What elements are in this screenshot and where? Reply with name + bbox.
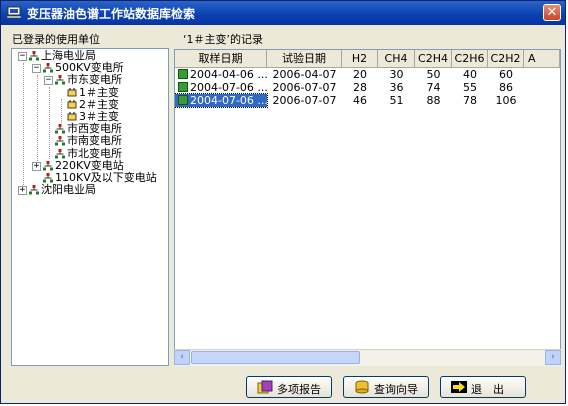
org-unit-icon	[29, 185, 39, 195]
tree-node-label: 2＃主变	[79, 97, 119, 111]
cell-c2h2: 86	[499, 81, 513, 94]
close-button[interactable]: ✕	[543, 4, 561, 21]
col-c2h4[interactable]: C2H4	[415, 50, 452, 67]
tree-node[interactable]: 市北变电所	[11, 146, 167, 160]
cell-c2h2: 106	[495, 94, 517, 107]
record-icon	[178, 69, 188, 79]
expand-icon[interactable]: +	[32, 161, 41, 171]
collapse-icon[interactable]: −	[44, 76, 53, 86]
tree-node[interactable]: 2＃主变	[11, 97, 167, 111]
title-bar[interactable]: 变压器油色谱工作站数据库检索 ✕	[1, 1, 565, 25]
col-h2[interactable]: H2	[342, 50, 378, 67]
tree-node[interactable]: 1＃主变	[11, 85, 167, 99]
transformer-icon	[67, 99, 77, 109]
record-icon	[178, 82, 188, 92]
col-c2h6[interactable]: C2H6	[452, 50, 488, 67]
cell-ch4: 36	[389, 81, 404, 94]
scroll-right-button[interactable]: ›	[545, 350, 561, 365]
table-header: 取样日期 试验日期 H2 CH4 C2H4 C2H6 C2H2 A	[175, 50, 560, 68]
org-unit-icon	[43, 173, 53, 183]
org-unit-icon	[55, 75, 65, 85]
tree-node-label: 220KV变电站	[55, 158, 124, 172]
transformer-icon	[67, 87, 77, 97]
cell-c2h6: 55	[463, 81, 477, 94]
cell-ch4: 51	[389, 94, 404, 107]
tree-node[interactable]: +220KV变电站	[11, 158, 167, 172]
cell-c2h4: 50	[426, 68, 441, 81]
units-label: 已登录的使用单位	[12, 33, 100, 46]
org-unit-icon	[55, 124, 65, 134]
tree-node[interactable]: + 沈阳电业局	[11, 184, 167, 196]
cell-c2h6: 78	[463, 94, 477, 107]
cell-sample-date: 2004-07-06 ...	[190, 94, 267, 107]
col-ch4[interactable]: CH4	[378, 50, 415, 67]
cell-sample-date: 2004-04-06 ...	[190, 68, 267, 81]
cell-c2h4: 88	[426, 94, 441, 107]
col-test-date[interactable]: 试验日期	[267, 50, 342, 67]
org-unit-icon	[43, 160, 53, 171]
cell-c2h4: 74	[426, 81, 441, 94]
tree-node[interactable]: 市南变电所	[11, 135, 167, 147]
exit-button[interactable]: 退 出	[440, 376, 526, 398]
cell-h2: 20	[353, 68, 367, 81]
records-label: ‘1＃主变’的记录	[183, 33, 263, 46]
query-wizard-label: 查询向导	[374, 383, 418, 396]
table-row[interactable]: 2004-07-06 ... 2006-07-07 28 36 74 55 86	[175, 81, 560, 94]
col-c2h2[interactable]: C2H2	[488, 50, 524, 67]
org-unit-icon	[55, 136, 65, 146]
table-row-selected[interactable]: 2004-07-06 ... 2006-07-07 46 51 88 78 10…	[175, 93, 560, 108]
tree-node-label: 市东变电所	[67, 73, 122, 87]
main-window: 变压器油色谱工作站数据库检索 ✕ 已登录的使用单位 ‘1＃主变’的记录 − 上海电…	[0, 0, 566, 404]
app-icon	[7, 6, 21, 19]
cell-ch4: 30	[389, 68, 404, 81]
records-table[interactable]: 取样日期 试验日期 H2 CH4 C2H4 C2H6 C2H2 A 2004-0…	[174, 49, 561, 365]
cell-h2: 28	[353, 81, 367, 94]
tree-node-label: 市北变电所	[67, 146, 122, 160]
horizontal-scrollbar[interactable]: ‹ ›	[174, 349, 561, 366]
window-title: 变压器油色谱工作站数据库检索	[27, 7, 196, 21]
tree-node-label: 沈阳电业局	[41, 183, 96, 197]
cell-test-date: 2006-07-07	[272, 81, 337, 94]
database-icon	[355, 380, 369, 394]
tree-node-label: 1＃主变	[79, 85, 119, 99]
col-a[interactable]: A	[524, 50, 560, 67]
table-row[interactable]: 2004-04-06 ... 2006-04-07 20 30 50 40 60	[175, 68, 560, 81]
org-unit-icon	[29, 51, 39, 61]
query-wizard-button[interactable]: 查询向导	[343, 376, 429, 398]
expand-icon[interactable]: +	[18, 186, 27, 196]
collapse-icon[interactable]: −	[32, 64, 41, 74]
collapse-icon[interactable]: −	[18, 52, 27, 61]
cell-c2h6: 40	[463, 68, 477, 81]
exit-arrow-icon	[451, 381, 467, 393]
exit-label: 退 出	[471, 383, 504, 396]
multi-report-label: 多项报告	[277, 383, 321, 396]
cell-sample-date: 2004-07-06 ...	[190, 81, 267, 94]
tree-node[interactable]: − 市东变电所	[11, 74, 167, 86]
org-unit-icon	[43, 63, 53, 73]
tree-node-label: 市南变电所	[67, 134, 122, 148]
col-sample-date[interactable]: 取样日期	[175, 50, 267, 67]
report-icon	[257, 380, 273, 394]
org-unit-icon	[55, 148, 65, 159]
cell-test-date: 2006-07-07	[272, 94, 337, 107]
scroll-left-button[interactable]: ‹	[174, 350, 190, 365]
record-icon	[178, 95, 188, 105]
scroll-thumb[interactable]	[191, 351, 360, 364]
multi-report-button[interactable]: 多项报告	[246, 376, 332, 398]
cell-test-date: 2006-04-07	[272, 68, 337, 81]
transformer-icon	[67, 112, 77, 121]
cell-h2: 46	[353, 94, 367, 107]
cell-c2h2: 60	[499, 68, 513, 81]
